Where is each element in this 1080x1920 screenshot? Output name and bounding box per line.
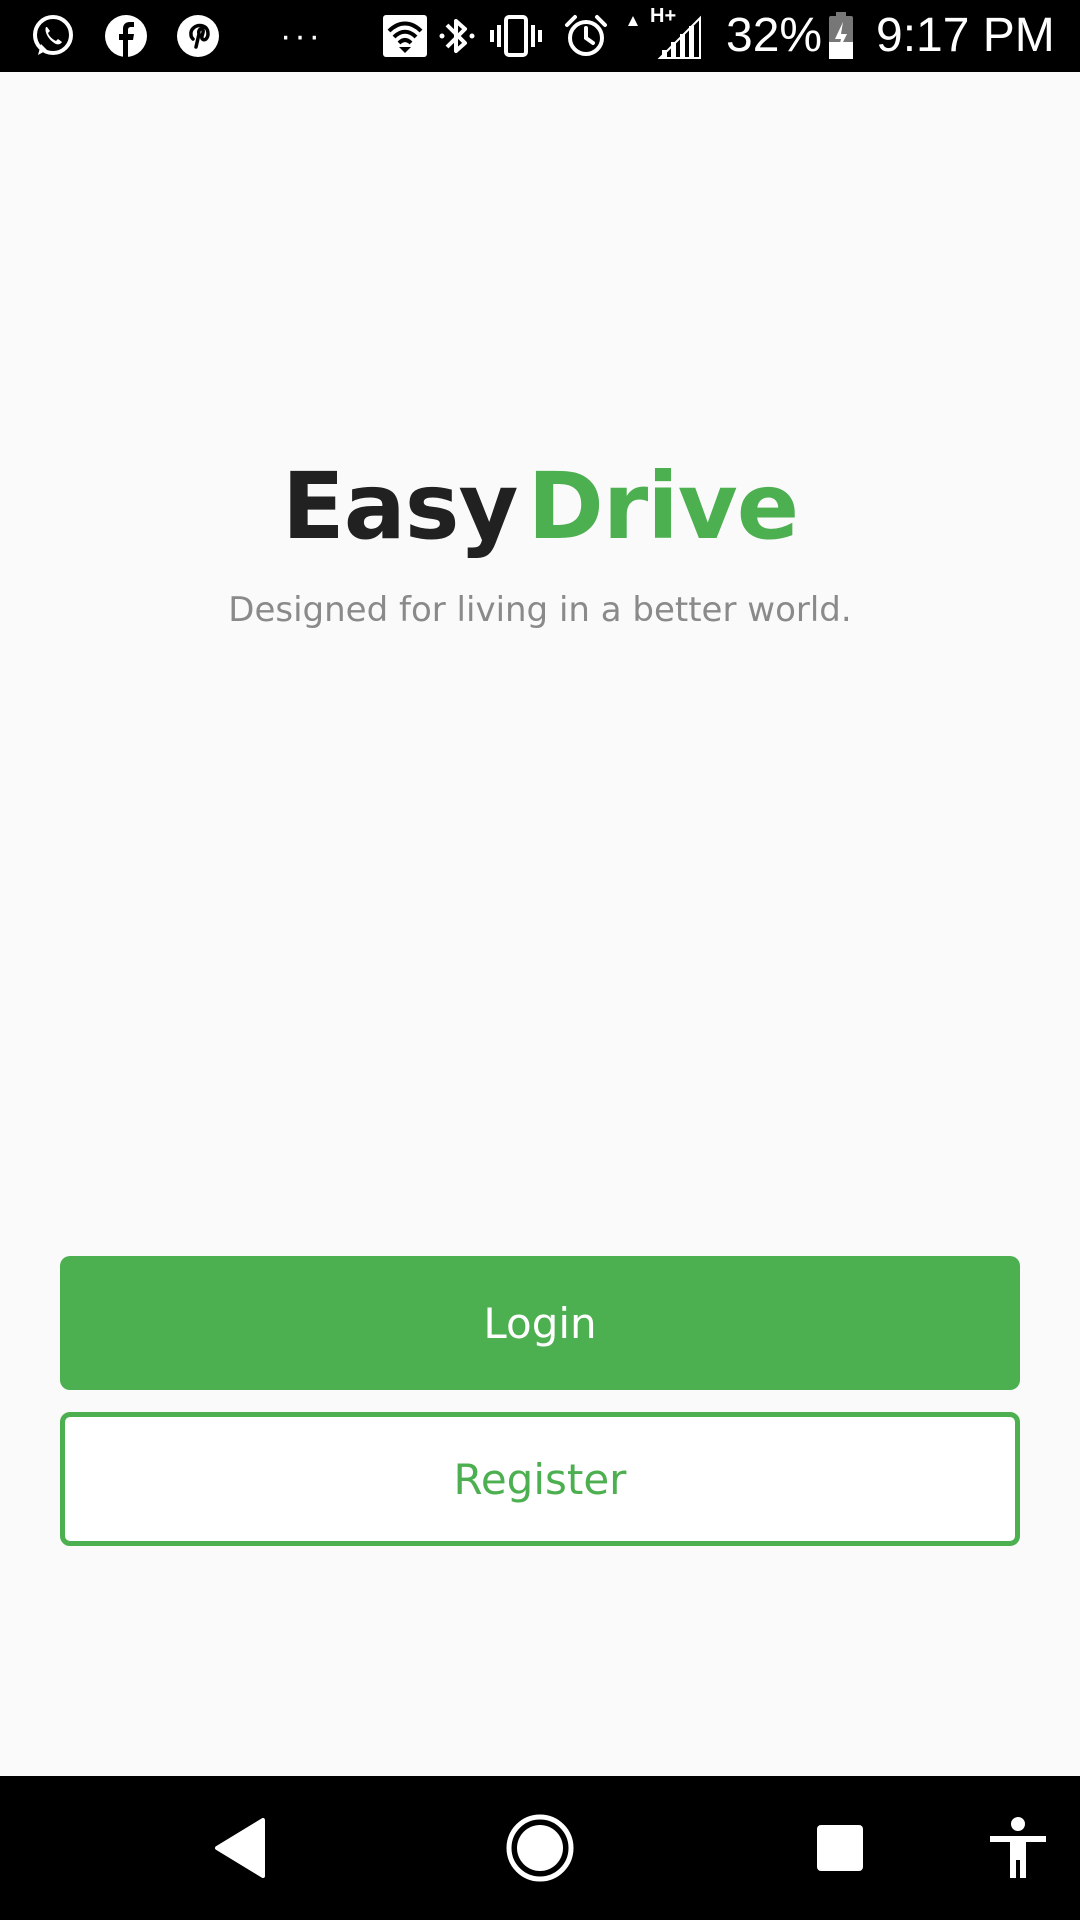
register-button-label: Register: [453, 1454, 627, 1504]
alarm-icon: [562, 12, 610, 60]
navigation-bar: [0, 1776, 1080, 1920]
brand-word-easy: Easy: [281, 453, 519, 560]
tagline: Designed for living in a better world.: [228, 590, 852, 630]
accessibility-icon[interactable]: [976, 1806, 1060, 1890]
brand-word-drive: Drive: [527, 453, 800, 560]
battery-icon: [826, 12, 856, 60]
back-icon[interactable]: [196, 1806, 286, 1890]
login-button[interactable]: Login: [60, 1256, 1020, 1390]
vibrate-icon: [488, 12, 544, 60]
welcome-screen: Easy Drive Designed for living in a bette…: [0, 72, 1080, 1776]
login-button-label: Login: [483, 1298, 597, 1348]
status-bar: ··· H+ 32% 9:17 PM: [0, 0, 1080, 72]
whatsapp-icon: [28, 12, 78, 60]
battery-percent: 32%: [726, 9, 823, 62]
recents-icon[interactable]: [795, 1806, 885, 1890]
app-logo: Easy Drive: [0, 452, 1080, 562]
register-button[interactable]: Register: [60, 1412, 1020, 1546]
wifi-icon: [380, 12, 430, 60]
screen: ··· H+ 32% 9:17 PM Easy Drive Designed f…: [0, 0, 1080, 1920]
home-icon[interactable]: [495, 1806, 585, 1890]
network-type-label: H+: [650, 5, 677, 27]
bluetooth-icon: [436, 12, 478, 60]
facebook-icon: [102, 12, 150, 60]
clock-time: 9:17 PM: [876, 9, 1055, 62]
more-notifications-indicator: ···: [280, 17, 323, 55]
pinterest-icon: [174, 12, 222, 60]
